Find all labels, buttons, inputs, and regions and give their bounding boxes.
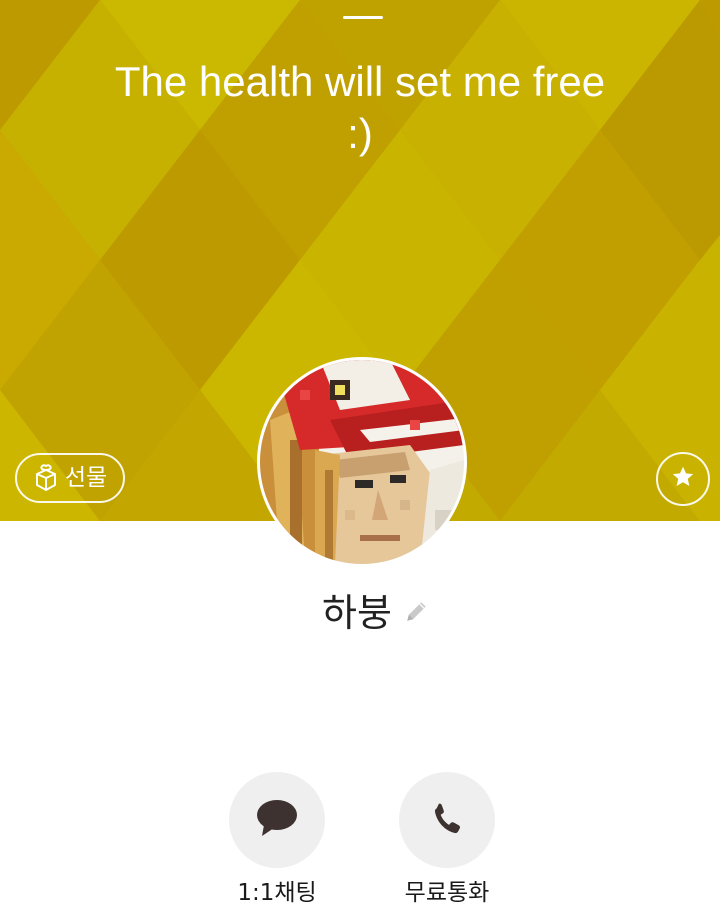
gift-button-label: 선물 <box>64 464 108 491</box>
gift-button[interactable]: 선물 <box>15 453 125 503</box>
status-message: The health will set me free :) <box>114 58 606 157</box>
profile-avatar[interactable] <box>260 360 464 564</box>
chat-button-circle[interactable] <box>229 772 325 868</box>
free-call-button-label: 무료통화 <box>404 880 490 906</box>
pencil-icon <box>404 598 430 628</box>
edit-name-button[interactable] <box>402 598 432 628</box>
phone-icon <box>429 798 465 842</box>
free-call-button-circle[interactable] <box>399 772 495 868</box>
speech-bubble-icon <box>255 798 299 842</box>
free-call-button[interactable]: 무료통화 <box>377 772 517 908</box>
gift-box-icon <box>33 464 59 492</box>
chat-button[interactable]: 1:1채팅 <box>207 772 347 908</box>
drag-handle[interactable] <box>343 16 383 19</box>
favorite-button[interactable] <box>656 452 710 506</box>
star-icon <box>670 464 696 494</box>
chat-button-label: 1:1채팅 <box>237 880 317 906</box>
profile-name: 하붕 <box>322 591 392 635</box>
pixel-art-portrait-icon <box>260 360 464 564</box>
profile-name-row: 하붕 <box>0 585 720 641</box>
